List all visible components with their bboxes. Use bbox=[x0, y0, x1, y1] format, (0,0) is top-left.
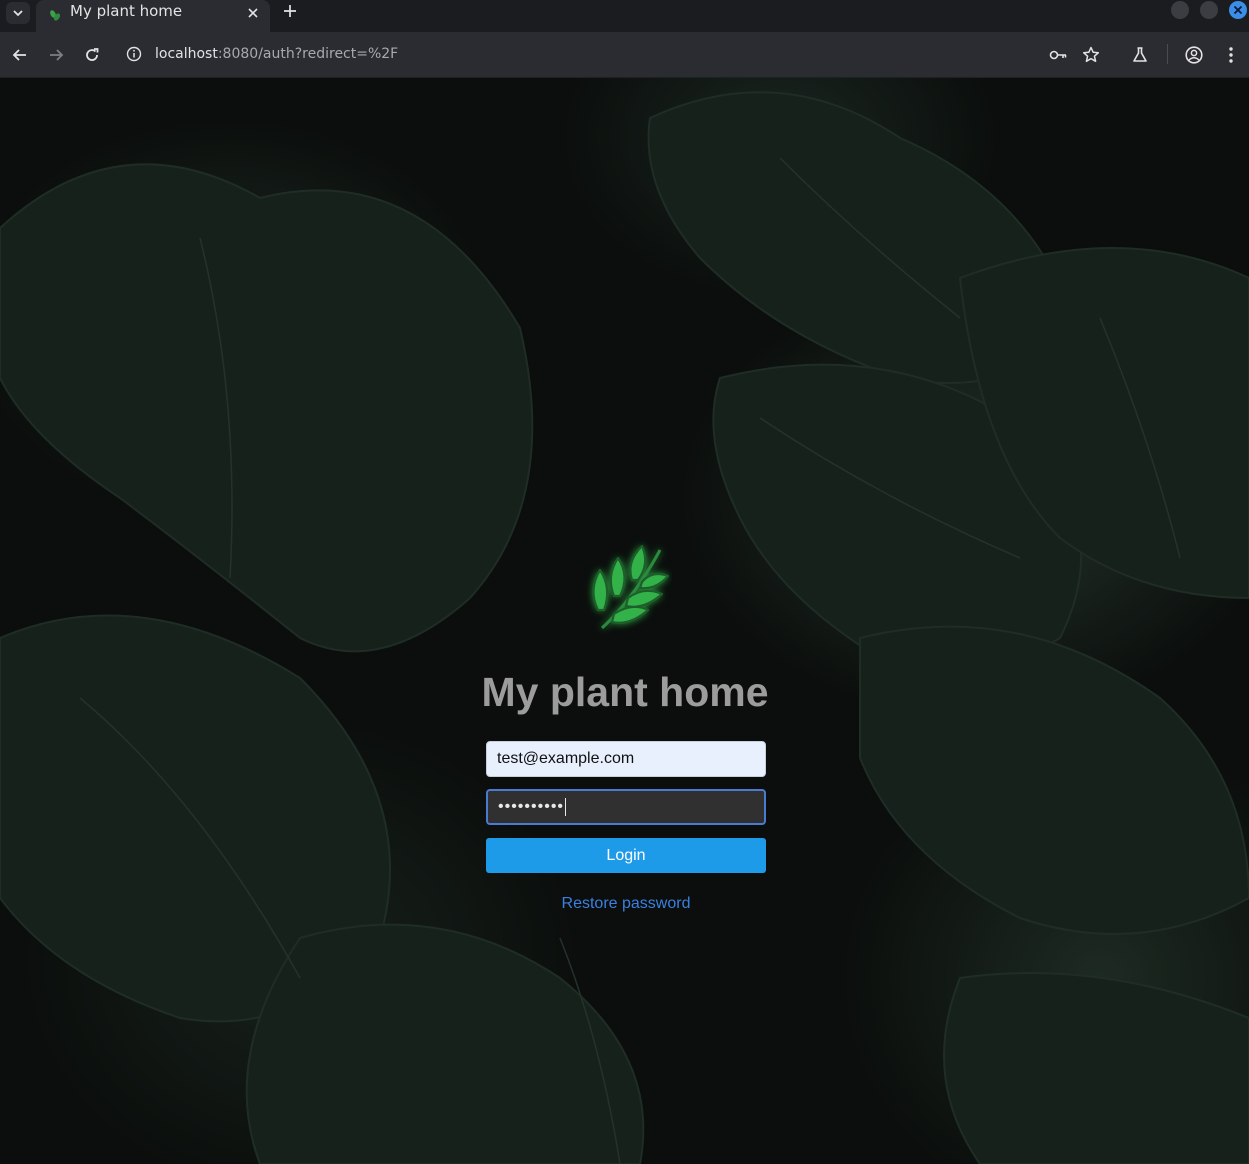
tab-search-button[interactable] bbox=[6, 2, 30, 24]
tab-strip: My plant home bbox=[0, 0, 1249, 32]
email-field[interactable] bbox=[486, 741, 766, 777]
tab-my-plant-home[interactable]: My plant home bbox=[36, 0, 270, 32]
text-cursor bbox=[565, 798, 567, 816]
page-title: My plant home bbox=[481, 669, 769, 715]
close-tab-icon[interactable] bbox=[244, 4, 262, 22]
leaf-branch-icon bbox=[592, 544, 670, 630]
password-mask: •••••••••• bbox=[498, 798, 565, 815]
url-host: localhost bbox=[155, 46, 218, 62]
reload-icon[interactable] bbox=[82, 45, 102, 65]
close-window-button[interactable] bbox=[1229, 1, 1247, 19]
site-info-icon[interactable] bbox=[126, 46, 142, 62]
profile-avatar-icon[interactable] bbox=[1184, 45, 1204, 65]
maximize-button[interactable] bbox=[1200, 1, 1218, 19]
url-text: localhost:8080/auth?redirect=%2F bbox=[155, 46, 398, 62]
tab-title: My plant home bbox=[70, 2, 183, 20]
toolbar-separator bbox=[1167, 44, 1168, 64]
menu-kebab-icon[interactable] bbox=[1221, 45, 1241, 65]
back-arrow-icon[interactable] bbox=[10, 45, 30, 65]
restore-password-link[interactable]: Restore password bbox=[486, 895, 766, 913]
login-page: My plant home •••••••••• Login Restore p… bbox=[0, 78, 1249, 1164]
labs-flask-icon[interactable] bbox=[1130, 45, 1150, 65]
leaf-favicon-icon bbox=[50, 10, 61, 21]
bookmark-star-icon[interactable] bbox=[1081, 45, 1101, 65]
password-field[interactable]: •••••••••• bbox=[486, 789, 766, 825]
minimize-button[interactable] bbox=[1171, 1, 1189, 19]
key-icon[interactable] bbox=[1048, 45, 1068, 65]
chevron-down-icon bbox=[13, 10, 23, 17]
forward-arrow-icon[interactable] bbox=[46, 45, 66, 65]
address-bar[interactable]: localhost:8080/auth?redirect=%2F bbox=[116, 37, 1126, 71]
login-button[interactable]: Login bbox=[486, 838, 766, 873]
browser-toolbar: localhost:8080/auth?redirect=%2F bbox=[0, 32, 1249, 78]
url-path: :8080/auth?redirect=%2F bbox=[217, 46, 399, 62]
new-tab-icon[interactable] bbox=[281, 2, 299, 20]
close-icon bbox=[1233, 5, 1243, 15]
